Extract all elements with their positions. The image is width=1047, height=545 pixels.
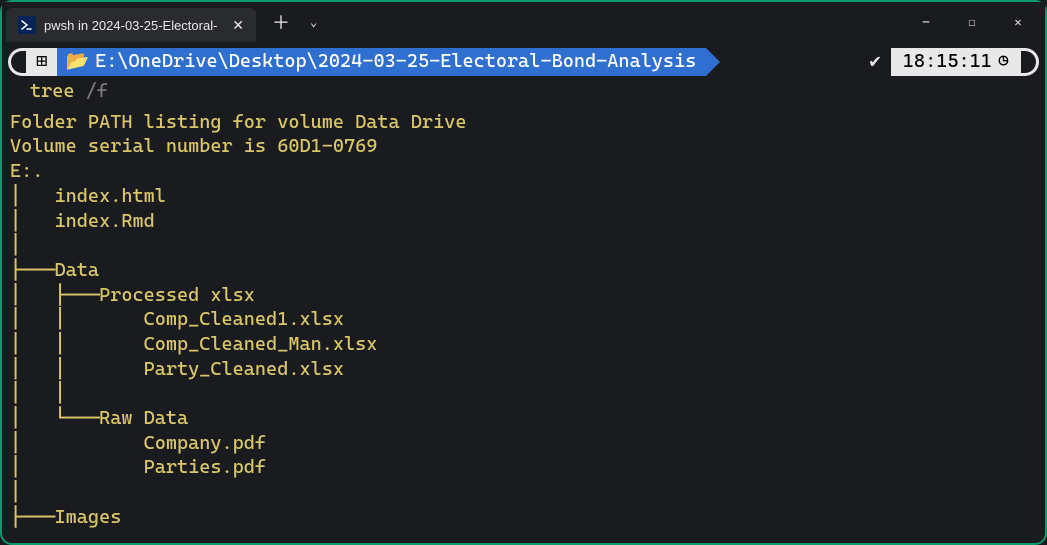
prompt-time: 18:15:11 [903,50,992,74]
titlebar: pwsh in 2024-03-25-Electoral- ✕ ＋ ⌄ — ☐ … [2,2,1045,42]
status-check-icon: ✔ [859,48,890,76]
window-controls: — ☐ ✕ [903,6,1041,38]
time-segment: 18:15:11 ◷ [891,48,1021,76]
prompt-decoration-right [1021,48,1039,76]
terminal[interactable]: ⊞ 📂 E:\OneDrive\Desktop\2024-03-25-Elect… [2,48,1045,529]
powershell-icon [18,16,36,34]
path-segment: 📂 E:\OneDrive\Desktop\2024-03-25-Elector… [57,48,706,76]
close-window-button[interactable]: ✕ [995,6,1041,38]
tab-close-button[interactable]: ✕ [230,15,246,36]
new-tab-button[interactable]: ＋ [260,3,302,41]
command-arg: /f [86,80,108,102]
clock-icon: ◷ [998,50,1009,74]
folder-icon: 📂 [65,50,89,74]
minimize-button[interactable]: — [903,6,949,38]
tab-title: pwsh in 2024-03-25-Electoral- [44,18,222,33]
maximize-button[interactable]: ☐ [949,6,995,38]
prompt-decoration-left [8,48,26,76]
command-output: Folder PATH listing for volume Data Driv… [2,110,1045,530]
cwd-path: E:\OneDrive\Desktop\2024-03-25-Electoral… [95,50,696,74]
os-segment: ⊞ [26,48,57,76]
prompt-bar: ⊞ 📂 E:\OneDrive\Desktop\2024-03-25-Elect… [2,48,1045,76]
tab[interactable]: pwsh in 2024-03-25-Electoral- ✕ [6,8,256,42]
command-name: tree [30,80,75,102]
command-line: tree /f [2,78,1045,110]
tab-dropdown-button[interactable]: ⌄ [302,9,325,35]
prompt-spacer [706,48,859,76]
windows-logo-icon: ⊞ [36,50,47,74]
